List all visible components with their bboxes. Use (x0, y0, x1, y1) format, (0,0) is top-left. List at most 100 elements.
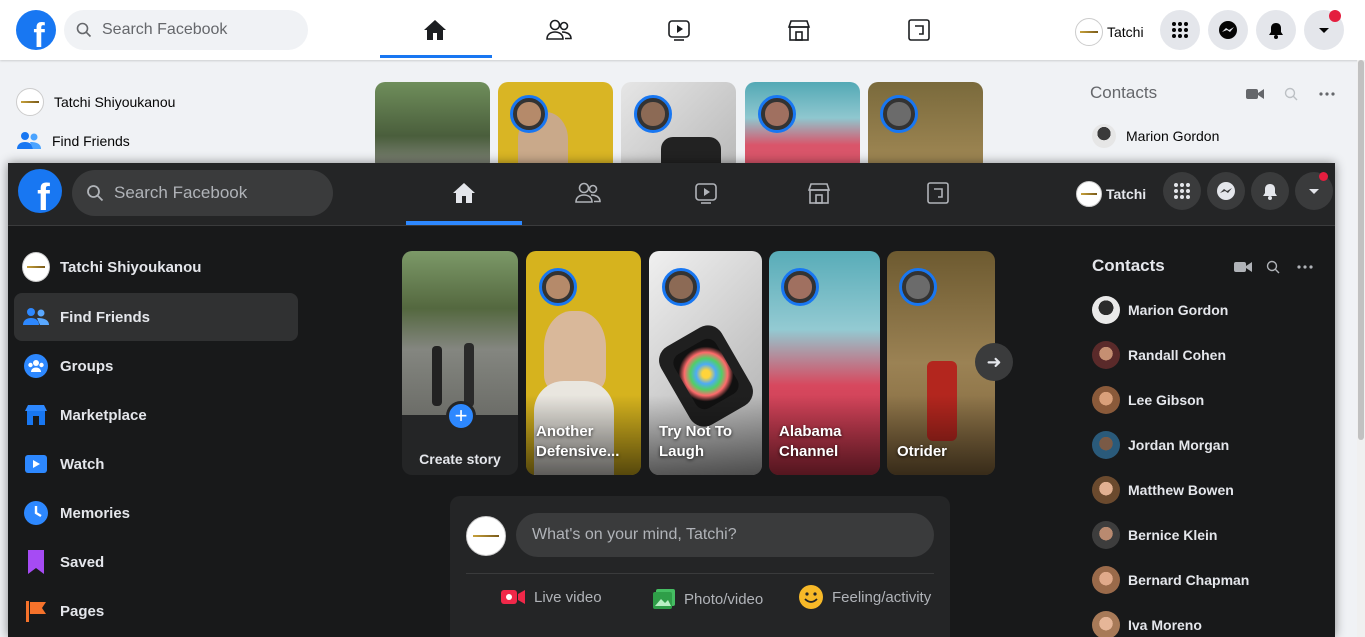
sidebar-item-pages[interactable]: Pages (14, 587, 298, 635)
add-story-icon[interactable]: + (446, 401, 476, 431)
contact-item[interactable]: Jordan Morgan (1092, 431, 1229, 459)
contact-name: Matthew Bowen (1128, 482, 1234, 498)
story-card[interactable]: Try Not To Laugh (649, 251, 762, 475)
menu-grid-icon[interactable] (1163, 172, 1201, 210)
notifications-bell-icon[interactable] (1251, 172, 1289, 210)
sidebar-item-label: Groups (60, 357, 114, 375)
sidebar-item-label: Memories (60, 504, 131, 522)
groups-icon (24, 354, 48, 378)
contacts-options-icon[interactable] (1294, 259, 1316, 275)
action-label: Feeling/activity (832, 588, 932, 606)
stories-next-arrow-icon[interactable]: ➜ (975, 343, 1013, 381)
composer-placeholder: What's on your mind, Tatchi? (532, 526, 737, 543)
profile-name: Tatchi (1107, 24, 1144, 40)
nav-friends-icon[interactable] (504, 12, 614, 48)
nav-gaming-icon[interactable] (880, 175, 995, 211)
contact-avatar (1092, 296, 1120, 324)
sidebar-item-groups[interactable]: Groups (14, 342, 298, 390)
contact-name: Marion Gordon (1126, 128, 1220, 144)
facebook-logo-icon[interactable]: f (16, 10, 56, 50)
friends-icon (17, 132, 41, 149)
search-icon (76, 22, 92, 38)
story-card[interactable]: Alabama Channel (769, 251, 880, 475)
story-label: Another Defensive... (536, 423, 620, 460)
contact-item[interactable]: Bernard Chapman (1092, 566, 1249, 594)
nav-watch-icon[interactable] (624, 12, 734, 48)
nav-watch-icon[interactable] (648, 175, 763, 211)
photo-video-button[interactable]: Photo/video (652, 588, 763, 610)
light-search-input[interactable]: Search Facebook (64, 10, 308, 50)
contacts-search-icon[interactable] (1264, 259, 1282, 275)
sidebar-item-marketplace[interactable]: Marketplace (14, 391, 298, 439)
light-sidebar-profile[interactable]: Tatchi Shiyoukanou (16, 88, 175, 116)
sidebar-item-label: Find Friends (60, 308, 150, 326)
avatar (16, 88, 44, 116)
notifications-bell-icon[interactable] (1256, 10, 1296, 50)
dark-search-input[interactable]: Search Facebook (72, 170, 333, 216)
contact-avatar (1092, 476, 1120, 504)
video-call-icon[interactable] (1232, 259, 1254, 275)
story-avatar (880, 95, 918, 133)
live-video-button[interactable]: Live video (500, 588, 602, 606)
post-composer: What's on your mind, Tatchi? Live video … (450, 496, 950, 637)
story-avatar (662, 268, 700, 306)
menu-grid-icon[interactable] (1160, 10, 1200, 50)
nav-gaming-icon[interactable] (864, 12, 974, 48)
story-card[interactable]: Another Defensive... (526, 251, 641, 475)
sidebar-item-label: Pages (60, 602, 105, 620)
light-contacts-title: Contacts (1090, 83, 1158, 102)
notification-badge (1319, 172, 1328, 181)
page-scrollbar[interactable] (1357, 60, 1365, 637)
sidebar-item-label: Marketplace (60, 406, 147, 424)
light-profile-button[interactable]: Tatchi (1075, 18, 1144, 46)
nav-marketplace-icon[interactable] (761, 175, 876, 211)
action-label: Photo/video (684, 590, 764, 608)
nav-marketplace-icon[interactable] (744, 12, 854, 48)
sidebar-item-watch[interactable]: Watch (14, 440, 298, 488)
contact-avatar (1092, 521, 1120, 549)
contact-name: Bernard Chapman (1128, 572, 1250, 588)
story-avatar (899, 268, 937, 306)
dark-top-bar: f Search Facebook Tatchi (8, 163, 1335, 226)
sidebar-item-profile[interactable]: Tatchi Shiyoukanou (14, 243, 298, 291)
nav-home-icon[interactable] (406, 175, 521, 211)
dark-profile-button[interactable]: Tatchi (1076, 181, 1146, 207)
marketplace-icon (25, 405, 47, 425)
memories-icon (24, 501, 48, 525)
messenger-icon[interactable] (1208, 10, 1248, 50)
contact-item[interactable]: Marion Gordon (1092, 296, 1228, 324)
sidebar-item-find-friends[interactable]: Find Friends (14, 293, 298, 341)
nav-home-icon[interactable] (380, 12, 490, 48)
contact-item[interactable]: Lee Gibson (1092, 386, 1204, 414)
contact-item[interactable]: Bernice Klein (1092, 521, 1217, 549)
scrollbar-thumb[interactable] (1358, 60, 1364, 440)
contact-item[interactable]: Matthew Bowen (1092, 476, 1234, 504)
story-avatar (781, 268, 819, 306)
nav-friends-icon[interactable] (530, 175, 645, 211)
sidebar-item-memories[interactable]: Memories (14, 489, 298, 537)
whats-on-your-mind-input[interactable]: What's on your mind, Tatchi? (516, 513, 934, 557)
facebook-logo-icon[interactable]: f (18, 169, 62, 213)
sidebar-item-label: Find Friends (52, 133, 130, 149)
search-icon (87, 185, 104, 202)
live-video-icon (501, 590, 525, 604)
feeling-activity-button[interactable]: Feeling/activity (798, 584, 931, 610)
contact-item[interactable]: Iva Moreno (1092, 611, 1202, 637)
profile-name: Tatchi (1106, 186, 1147, 202)
contact-avatar (1092, 124, 1116, 148)
avatar (1076, 181, 1102, 207)
messenger-icon[interactable] (1207, 172, 1245, 210)
watch-icon (25, 455, 47, 473)
story-card-create[interactable]: + Create story (402, 251, 518, 475)
light-sidebar-item-find-friends[interactable]: Find Friends (16, 130, 130, 152)
contact-avatar (1092, 566, 1120, 594)
story-label: Otrider (897, 442, 948, 460)
light-story-card[interactable] (375, 82, 490, 172)
sidebar-item-saved[interactable]: Saved (14, 538, 298, 586)
light-contact-item[interactable]: Marion Gordon (1092, 124, 1219, 148)
video-call-icon[interactable] (1244, 86, 1266, 102)
contact-item[interactable]: Randall Cohen (1092, 341, 1226, 369)
contacts-search-icon[interactable] (1282, 86, 1300, 102)
contact-name: Iva Moreno (1128, 617, 1202, 633)
contacts-options-icon[interactable] (1316, 86, 1338, 102)
